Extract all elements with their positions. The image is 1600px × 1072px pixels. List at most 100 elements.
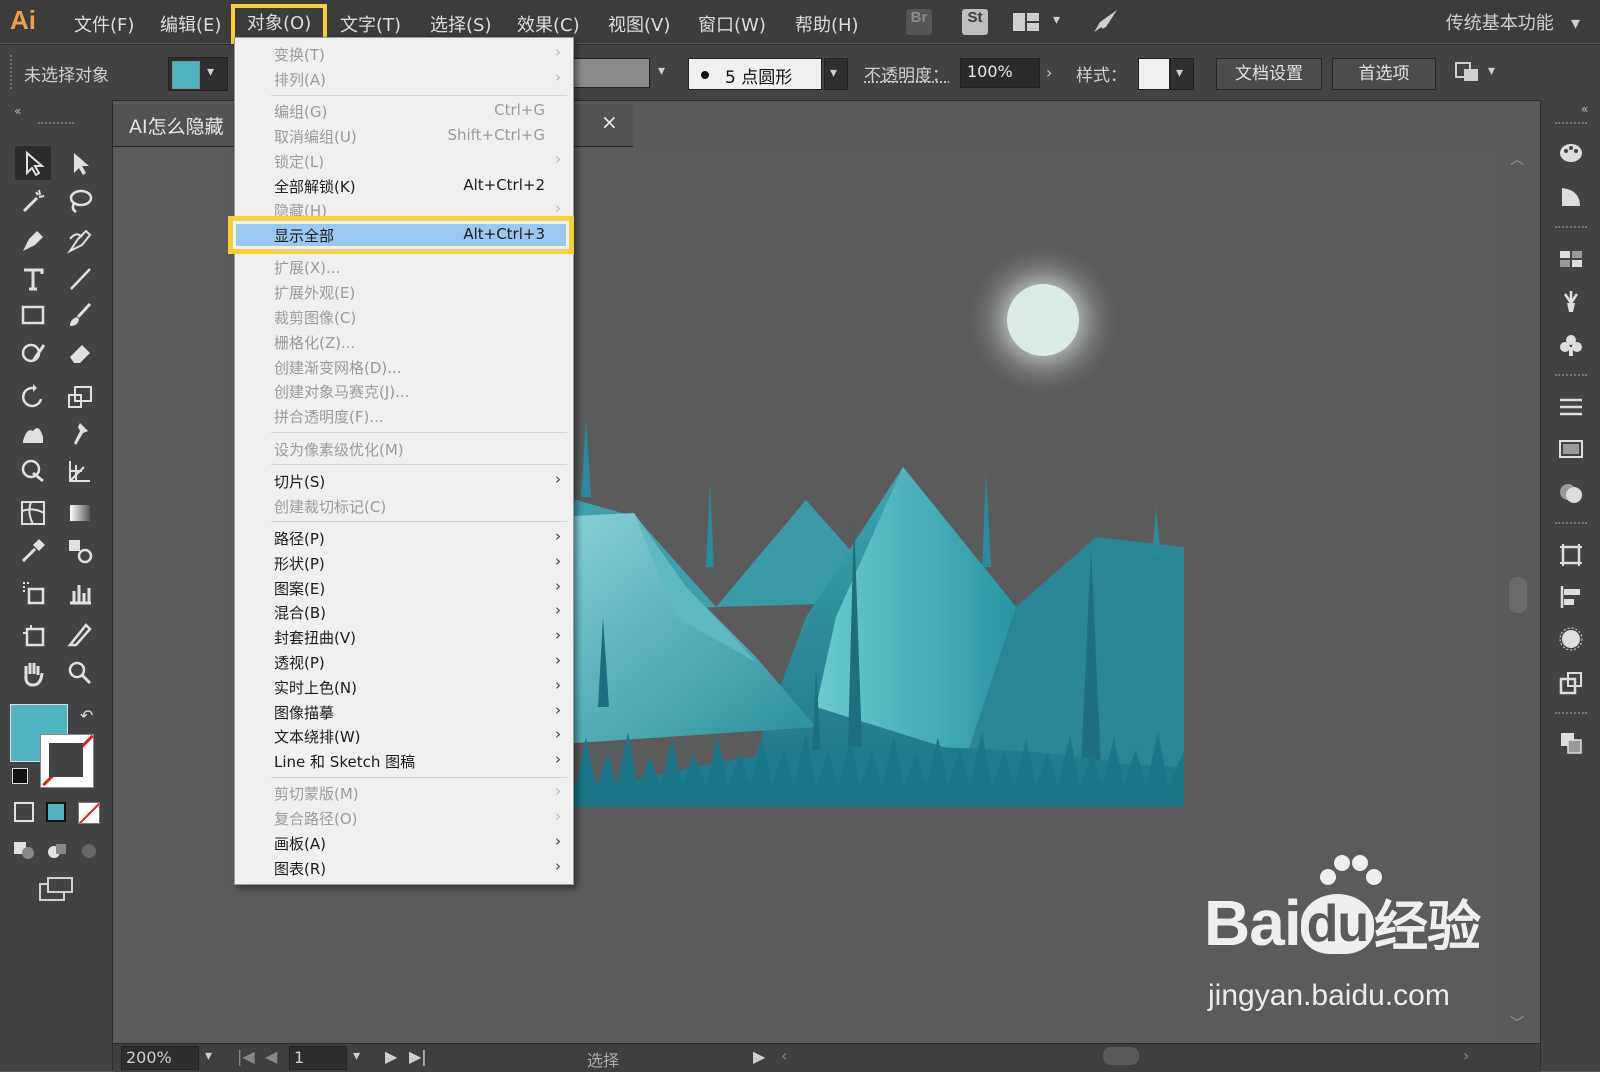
slice-tool-icon[interactable] [62, 618, 98, 652]
gradient-tool-icon[interactable] [62, 496, 98, 530]
puppet-warp-tool-icon[interactable] [62, 416, 98, 450]
pen-tool-icon[interactable] [15, 224, 51, 258]
bridge-icon[interactable]: Br [906, 9, 932, 35]
menu-effect[interactable]: 效果(C) [517, 11, 580, 37]
menu-view[interactable]: 视图(V) [608, 11, 670, 37]
last-artboard-icon[interactable]: ▶| [409, 1047, 427, 1066]
object-menu-item[interactable]: 显示全部 Alt+Ctrl+3 [228, 216, 574, 255]
status-menu-arrow-icon[interactable]: ▶ [753, 1047, 765, 1066]
color-mode-icon[interactable] [14, 802, 34, 822]
chevron-down-icon[interactable]: ▾ [658, 63, 665, 79]
swatches-icon[interactable] [1555, 244, 1587, 274]
gradient-mode-icon[interactable] [46, 802, 66, 822]
grip-handle[interactable] [1555, 712, 1587, 714]
align-panel-icon[interactable] [1555, 582, 1587, 612]
object-menu-item[interactable]: 形状(P) › [235, 551, 573, 575]
curvature-tool-icon[interactable] [62, 224, 98, 258]
object-menu-item[interactable]: Line 和 Sketch 图稿 › [235, 749, 573, 773]
scroll-left-icon[interactable]: ‹ [781, 1046, 787, 1065]
stroke-panel-icon[interactable] [1555, 392, 1587, 422]
fill-swatch-dropdown[interactable]: ▾ [168, 57, 228, 91]
opacity-label[interactable]: 不透明度： [864, 61, 949, 86]
object-menu-item[interactable]: 图表(R) › [235, 856, 573, 880]
scroll-right-icon[interactable]: › [1463, 1046, 1469, 1065]
grip-handle[interactable] [1555, 374, 1587, 376]
stroke-none-box[interactable] [40, 734, 94, 788]
prev-artboard-icon[interactable]: ◀ [265, 1047, 277, 1066]
object-menu-item[interactable]: 封套扭曲(V) › [235, 625, 573, 649]
grip-handle[interactable] [1555, 522, 1587, 524]
symbol-sprayer-tool-icon[interactable] [15, 576, 51, 610]
horizontal-scroll-thumb[interactable] [1103, 1047, 1139, 1065]
type-tool-icon[interactable] [15, 262, 51, 296]
rectangle-tool-icon[interactable] [15, 298, 51, 332]
warp-tool-icon[interactable] [15, 416, 51, 450]
color-guide-icon[interactable] [1555, 182, 1587, 212]
brushes-icon[interactable] [1555, 286, 1587, 316]
line-segment-tool-icon[interactable] [62, 262, 98, 296]
mesh-tool-icon[interactable] [15, 496, 51, 530]
chevron-down-icon[interactable]: ▾ [205, 1048, 212, 1064]
zoom-tool-icon[interactable] [62, 656, 98, 690]
chevron-down-icon[interactable]: ▾ [1488, 63, 1495, 79]
brush-dropdown[interactable]: ▾ [824, 58, 848, 90]
menu-window[interactable]: 窗口(W) [698, 11, 766, 37]
chevron-down-icon[interactable]: ▾ [1053, 12, 1060, 28]
selection-tool-icon[interactable] [15, 146, 51, 180]
change-screen-mode-icon[interactable] [38, 876, 74, 904]
next-artboard-icon[interactable]: ▶ [385, 1047, 397, 1066]
object-menu-item[interactable]: 透视(P) › [235, 650, 573, 674]
object-menu-item[interactable]: 文本绕排(W) › [235, 724, 573, 748]
publish-rocket-icon[interactable] [1090, 8, 1120, 40]
color-palette-icon[interactable] [1555, 138, 1587, 168]
menu-type[interactable]: 文字(T) [340, 11, 401, 37]
brush-definition-field[interactable]: 5 点圆形 [688, 58, 822, 90]
blend-tool-icon[interactable] [62, 534, 98, 568]
eraser-tool-icon[interactable] [62, 336, 98, 370]
default-fill-stroke-icon[interactable] [12, 768, 28, 784]
chevron-right-icon[interactable]: › [1046, 63, 1052, 82]
shaper-tool-icon[interactable] [15, 336, 51, 370]
stock-icon[interactable]: St [962, 9, 988, 35]
magic-wand-tool-icon[interactable] [15, 184, 51, 218]
collapse-panel-icon[interactable]: « [1581, 102, 1588, 116]
transform-panel-icon[interactable] [1555, 540, 1587, 570]
grip-handle[interactable] [1555, 226, 1587, 228]
opacity-input[interactable]: 100% [960, 58, 1040, 88]
artboard-number-field[interactable]: 1 [289, 1046, 347, 1070]
scroll-down-icon[interactable]: ﹀ [1510, 1013, 1524, 1033]
preferences-button[interactable]: 首选项 [1332, 58, 1436, 90]
symbols-icon[interactable] [1555, 330, 1587, 360]
document-setup-button[interactable]: 文档设置 [1216, 58, 1322, 90]
grip-handle[interactable] [38, 122, 74, 124]
object-menu-item[interactable]: 路径(P) › [235, 526, 573, 550]
object-menu-item[interactable]: 切片(S) › [235, 469, 573, 493]
object-menu-item[interactable]: 混合(B) › [235, 600, 573, 624]
shape-builder-tool-icon[interactable] [15, 454, 51, 488]
scroll-up-icon[interactable]: ︿ [1510, 149, 1524, 169]
draw-inside-icon[interactable] [76, 840, 102, 862]
object-menu-item[interactable]: 图案(E) › [235, 576, 573, 600]
pathfinder-panel-icon[interactable] [1555, 624, 1587, 654]
vertical-scrollbar[interactable]: ︿ ﹀ [1505, 147, 1531, 1039]
gradient-panel-icon[interactable] [1555, 434, 1587, 464]
object-menu-item[interactable]: 实时上色(N) › [235, 675, 573, 699]
artboard-tool-icon[interactable] [15, 618, 51, 652]
layers-panel-icon[interactable] [1555, 728, 1587, 758]
paintbrush-tool-icon[interactable] [62, 298, 98, 332]
zoom-field[interactable]: 200% [121, 1046, 199, 1070]
arrange-documents-icon[interactable] [1012, 12, 1040, 36]
object-menu-item[interactable]: 图像描摹 › [235, 700, 573, 724]
grip-handle[interactable] [1555, 122, 1587, 124]
transparency-panel-icon[interactable] [1555, 478, 1587, 508]
rotate-tool-icon[interactable] [15, 380, 51, 414]
menu-help[interactable]: 帮助(H) [795, 11, 859, 37]
menu-file[interactable]: 文件(F) [74, 11, 134, 37]
style-dropdown[interactable]: ▾ [1170, 58, 1194, 90]
graphic-style-swatch[interactable] [1138, 58, 1170, 90]
object-menu-item[interactable]: 全部解锁(K) Alt+Ctrl+2 [235, 174, 573, 198]
column-graph-tool-icon[interactable] [62, 576, 98, 610]
none-mode-icon[interactable] [78, 802, 100, 824]
draw-normal-icon[interactable] [12, 840, 38, 862]
scale-tool-icon[interactable] [62, 380, 98, 414]
